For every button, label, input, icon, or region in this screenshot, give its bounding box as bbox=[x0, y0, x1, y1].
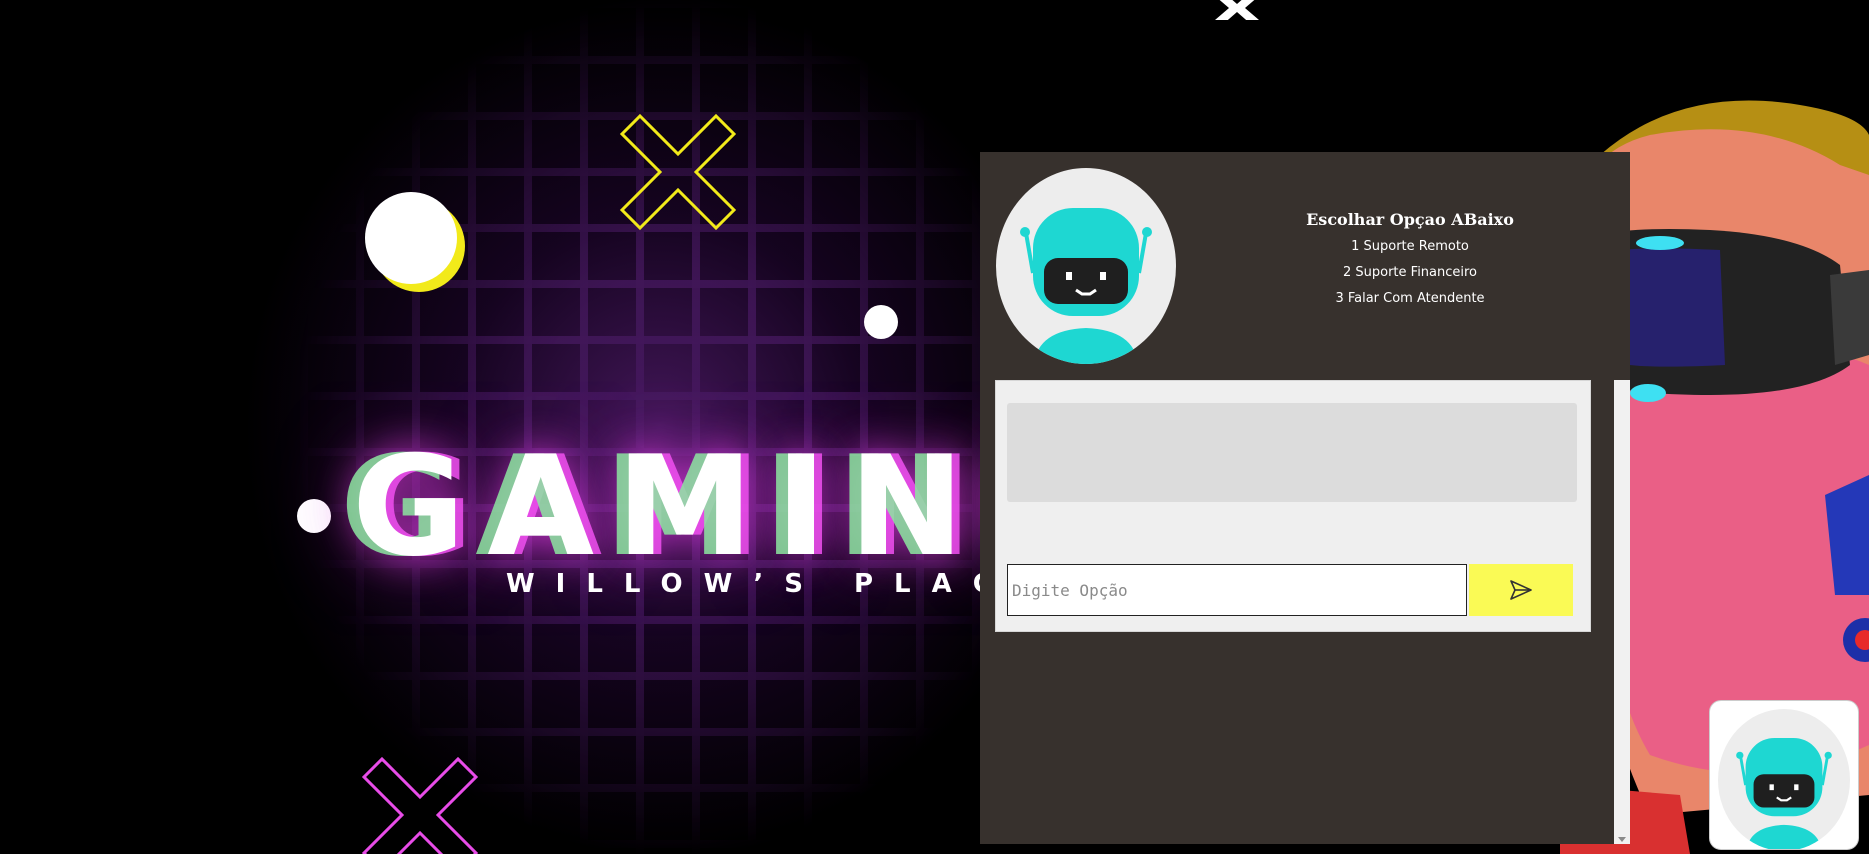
bot-header: Escolhar Opçao ABaixo 1 Suporte Remoto 2… bbox=[1190, 210, 1630, 317]
x-cross-pink bbox=[361, 756, 479, 854]
page: GAMING WILLOW’S PLACE Escolhar Opçao ABa… bbox=[0, 0, 1869, 854]
chat-scrollbar[interactable] bbox=[1614, 380, 1630, 844]
bot-option-2: 2 Suporte Financeiro bbox=[1342, 265, 1478, 280]
chatbot-launcher-button[interactable] bbox=[1709, 700, 1859, 850]
scroll-down-icon[interactable] bbox=[1618, 837, 1626, 842]
chatbot-panel: Escolhar Opçao ABaixo 1 Suporte Remoto 2… bbox=[980, 152, 1630, 844]
decor-circle-large bbox=[365, 192, 457, 284]
send-button[interactable] bbox=[1469, 564, 1573, 616]
bot-option-3: 3 Falar Com Atendente bbox=[1335, 291, 1485, 306]
option-input[interactable] bbox=[1007, 564, 1467, 616]
bot-option-1: 1 Suporte Remoto bbox=[1351, 239, 1469, 254]
chat-box bbox=[995, 380, 1591, 632]
x-cross-white bbox=[1215, 0, 1259, 20]
message-area bbox=[1007, 403, 1577, 502]
send-icon bbox=[1510, 580, 1532, 600]
robot-icon bbox=[996, 168, 1176, 364]
bot-title: Escolhar Opçao ABaixo bbox=[1306, 210, 1514, 229]
decor-circle-medium bbox=[864, 305, 898, 339]
decor-circle-small bbox=[297, 499, 331, 533]
subheadline-willows-place: WILLOW’S PLACE bbox=[506, 569, 1052, 599]
x-cross-yellow bbox=[619, 113, 737, 231]
robot-icon bbox=[1718, 709, 1850, 849]
